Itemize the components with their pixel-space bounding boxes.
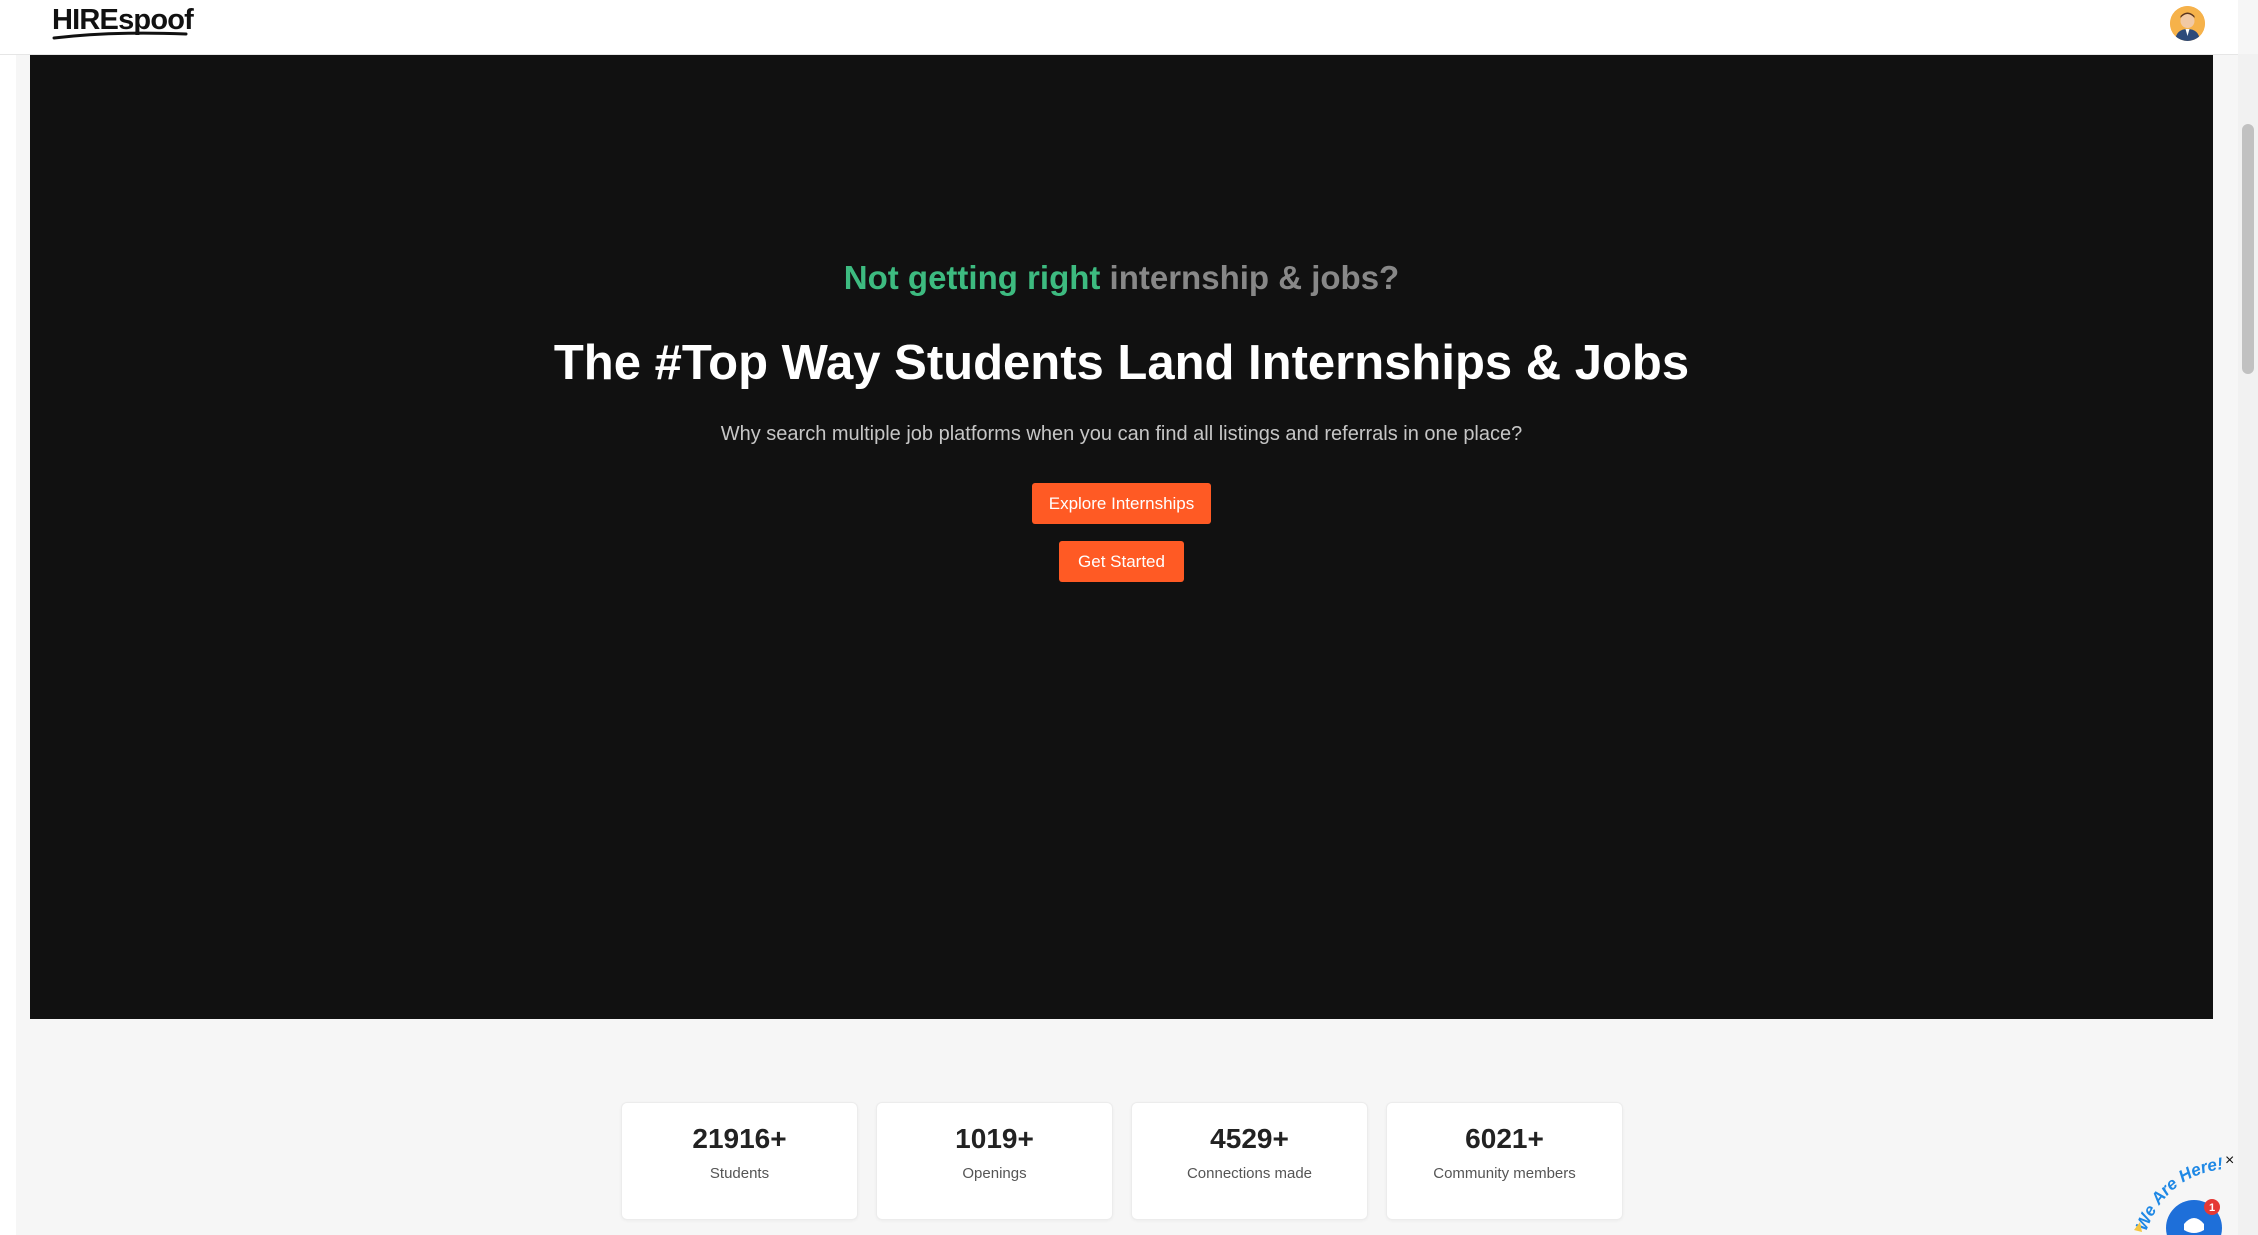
stat-value: 4529+: [1210, 1123, 1289, 1154]
stat-value: 21916+: [692, 1123, 787, 1154]
page-left-margin: [0, 0, 16, 1235]
hero-tagline: Not getting right internship & jobs?: [30, 259, 2213, 297]
tagline-highlight: Not getting right: [843, 259, 1101, 296]
user-avatar-icon: [2170, 6, 2205, 41]
stat-label: Openings: [962, 1165, 1027, 1182]
logo-swoosh: [52, 31, 188, 40]
stat-value: 6021+: [1465, 1123, 1544, 1154]
top-navbar: HIREspoof: [0, 0, 2238, 55]
stat-label: Students: [709, 1165, 770, 1182]
stat-card-openings: 1019+ Openings: [876, 1102, 1113, 1220]
stat-label: Community members: [1433, 1165, 1576, 1182]
explore-internships-button[interactable]: Explore Internships: [1032, 483, 1211, 524]
chat-bubble-icon: We Are Here! 1: [2132, 1154, 2224, 1235]
scrollbar-thumb[interactable]: [2242, 124, 2254, 374]
chat-widget[interactable]: We Are Here! 1: [2128, 1150, 2238, 1235]
tagline-rest: internship & jobs?: [1109, 259, 1400, 296]
stat-card-students: 21916+ Students: [621, 1102, 858, 1220]
stat-value: 1019+: [955, 1123, 1034, 1154]
stat-card-connections: 4529+ Connections made: [1131, 1102, 1368, 1220]
hero-title: The #Top Way Students Land Internships &…: [553, 336, 1690, 390]
hero-section: Not getting right internship & jobs? The…: [30, 55, 2213, 1019]
hero-subtitle: Why search multiple job platforms when y…: [720, 423, 1523, 445]
page-scrollbar[interactable]: [2238, 54, 2258, 1235]
stat-card-community: 6021+ Community members: [1386, 1102, 1623, 1220]
user-avatar[interactable]: [2170, 6, 2205, 41]
get-started-button[interactable]: Get Started: [1059, 541, 1184, 582]
stat-label: Connections made: [1186, 1165, 1313, 1182]
chat-notification-count: 1: [2209, 1202, 2215, 1214]
